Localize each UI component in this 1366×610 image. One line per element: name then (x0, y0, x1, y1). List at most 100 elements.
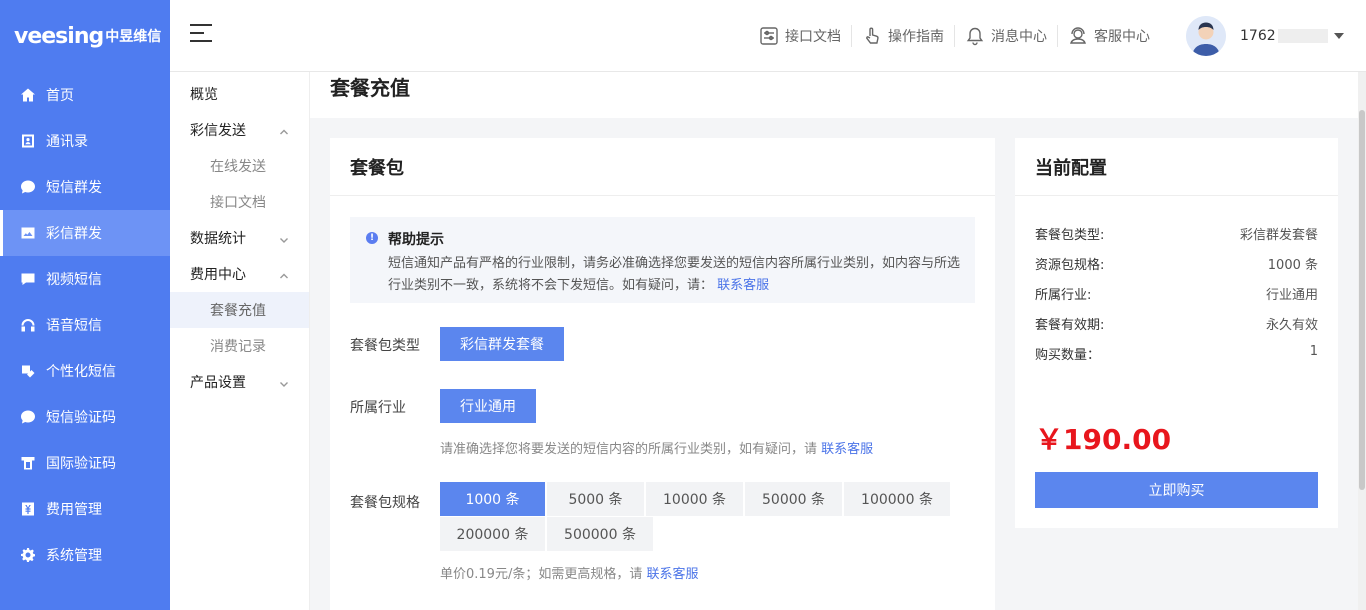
sidebar-item-sms[interactable]: 短信群发 (0, 164, 170, 210)
spec-option-100000[interactable]: 100000 条 (844, 482, 950, 516)
chevron-up-icon (279, 125, 289, 135)
help-tip-title: 帮助提示 (388, 232, 444, 248)
sidebar-item-sms-verify-code[interactable]: 短信验证码 (0, 394, 170, 440)
submenu-product-settings[interactable]: 产品设置 (170, 364, 309, 400)
logo[interactable]: veesing 中昱维信 (0, 0, 170, 72)
sidebar-item-label: 短信验证码 (46, 410, 116, 426)
international-icon (20, 455, 36, 471)
sidebar-item-label: 个性化短信 (46, 364, 116, 380)
sidebar-item-mms[interactable]: 彩信群发 (0, 210, 170, 256)
mms-icon (20, 225, 36, 241)
config-row-validity: 套餐有效期: 永久有效 (1035, 318, 1318, 333)
verify-code-icon (20, 409, 36, 425)
package-type-option[interactable]: 彩信群发套餐 (440, 327, 564, 361)
sidebar-item-system-management[interactable]: 系统管理 (0, 532, 170, 578)
sidebar-item-contacts[interactable]: 通讯录 (0, 118, 170, 164)
api-doc-icon (760, 27, 778, 45)
sms-icon (20, 179, 36, 195)
spec-option-10000[interactable]: 10000 条 (646, 482, 743, 516)
header-link-api-doc[interactable]: 接口文档 (749, 25, 852, 47)
package-type-label: 套餐包类型 (350, 338, 420, 354)
config-panel-title: 当前配置 (1015, 138, 1338, 196)
submenu-package-recharge[interactable]: 套餐充值 (170, 292, 309, 328)
submenu-mms-send[interactable]: 彩信发送 (170, 112, 309, 148)
submenu-stats[interactable]: 数据统计 (170, 220, 309, 256)
user-name: 1762 (1240, 28, 1330, 44)
page-title-bar: 套餐充值 (310, 72, 1358, 118)
header-link-messages[interactable]: 消息中心 (955, 25, 1058, 47)
industry-option[interactable]: 行业通用 (440, 389, 536, 423)
page-title: 套餐充值 (330, 76, 410, 100)
voice-icon (20, 317, 36, 333)
yen-icon (20, 501, 36, 517)
contact-support-link[interactable]: 联系客服 (717, 278, 769, 293)
sidebar-item-home[interactable]: 首页 (0, 72, 170, 118)
sidebar-item-label: 首页 (46, 88, 74, 104)
sidebar-item-label: 系统管理 (46, 548, 102, 564)
header-link-guide[interactable]: 操作指南 (852, 25, 955, 47)
page-scrollbar[interactable] (1358, 72, 1366, 610)
spec-option-500000[interactable]: 500000 条 (547, 517, 653, 551)
config-row-spec: 资源包规格: 1000 条 (1035, 258, 1318, 273)
scrollbar-thumb[interactable] (1359, 110, 1365, 490)
submenu-online-send[interactable]: 在线发送 (170, 148, 309, 184)
gear-icon (20, 547, 36, 563)
contacts-icon (20, 133, 36, 149)
help-tip: ! 帮助提示 短信通知产品有严格的行业限制，请务必准确选择您要发送的短信内容所属… (350, 217, 975, 303)
spec-option-200000[interactable]: 200000 条 (440, 517, 545, 551)
total-price: ￥190.00 (1035, 423, 1172, 456)
sidebar-item-label: 国际验证码 (46, 456, 116, 472)
chevron-down-icon (279, 233, 289, 243)
package-panel: 套餐包 ! 帮助提示 短信通知产品有严格的行业限制，请务必准确选择您要发送的短信… (330, 138, 995, 610)
contact-support-link[interactable]: 联系客服 (821, 442, 873, 457)
sidebar-item-label: 视频短信 (46, 272, 102, 288)
bell-icon (966, 27, 984, 46)
help-tip-body: 短信通知产品有严格的行业限制，请务必准确选择您要发送的短信内容所属行业类别，如内… (388, 256, 961, 293)
header-link-customer-service[interactable]: 客服中心 (1058, 25, 1160, 47)
industry-label: 所属行业 (350, 400, 406, 416)
spec-option-5000[interactable]: 5000 条 (547, 482, 644, 516)
chevron-down-icon (1334, 33, 1344, 39)
config-row-industry: 所属行业: 行业通用 (1035, 288, 1318, 303)
video-message-icon (20, 271, 36, 287)
spec-option-1000[interactable]: 1000 条 (440, 482, 545, 516)
chevron-up-icon (279, 269, 289, 279)
sidebar-item-label: 费用管理 (46, 502, 102, 518)
sidebar-item-label: 彩信群发 (46, 226, 102, 242)
sidebar-item-voice-sms[interactable]: 语音短信 (0, 302, 170, 348)
config-row-type: 套餐包类型: 彩信群发套餐 (1035, 228, 1318, 243)
logo-brand-cn: 中昱维信 (105, 29, 162, 45)
menu-toggle-icon[interactable] (190, 24, 212, 44)
user-menu[interactable]: 1762 (1186, 16, 1344, 56)
header-link-label: 接口文档 (785, 29, 841, 45)
current-config-panel: 当前配置 套餐包类型: 彩信群发套餐 资源包规格: 1000 条 所属行业: 行业通用… (1015, 138, 1338, 528)
hand-pointer-icon (866, 27, 879, 44)
buy-now-button[interactable]: 立即购买 (1035, 472, 1318, 508)
sidebar-item-personalized-sms[interactable]: 个性化短信 (0, 348, 170, 394)
spec-option-50000[interactable]: 50000 条 (745, 482, 842, 516)
unit-price-hint: 单价0.19元/条；如需更高规格，请 联系客服 (440, 567, 699, 582)
sidebar-item-fee-management[interactable]: 费用管理 (0, 486, 170, 532)
sidebar-item-label: 语音短信 (46, 318, 102, 334)
avatar (1186, 16, 1226, 56)
header-links: 接口文档 操作指南 消息中心 客服中心 (749, 0, 1160, 72)
chevron-down-icon (279, 377, 289, 387)
sidebar-item-international-code[interactable]: 国际验证码 (0, 440, 170, 486)
submenu-api-doc[interactable]: 接口文档 (170, 184, 309, 220)
personalized-icon (20, 363, 36, 379)
config-row-quantity: 购买数量： 1 (1035, 344, 1318, 363)
industry-hint: 请准确选择您将要发送的短信内容的所属行业类别，如有疑问，请 联系客服 (440, 442, 874, 457)
submenu-consumption[interactable]: 消费记录 (170, 328, 309, 364)
customer-service-icon (1070, 27, 1086, 44)
submenu-billing[interactable]: 费用中心 (170, 256, 309, 292)
sidebar-item-video-sms[interactable]: 视频短信 (0, 256, 170, 302)
header-link-label: 消息中心 (991, 29, 1047, 45)
home-icon (20, 87, 36, 103)
info-icon: ! (366, 232, 378, 244)
sidebar-item-label: 通讯录 (46, 134, 88, 150)
header-link-label: 操作指南 (888, 29, 944, 45)
submenu-overview[interactable]: 概览 (170, 76, 309, 112)
logo-brand: veesing (14, 23, 104, 49)
main-sidebar: veesing 中昱维信 首页 通讯录 短信群发 彩信群发 视频短信 语音短信 … (0, 0, 170, 610)
contact-support-link[interactable]: 联系客服 (646, 567, 698, 582)
